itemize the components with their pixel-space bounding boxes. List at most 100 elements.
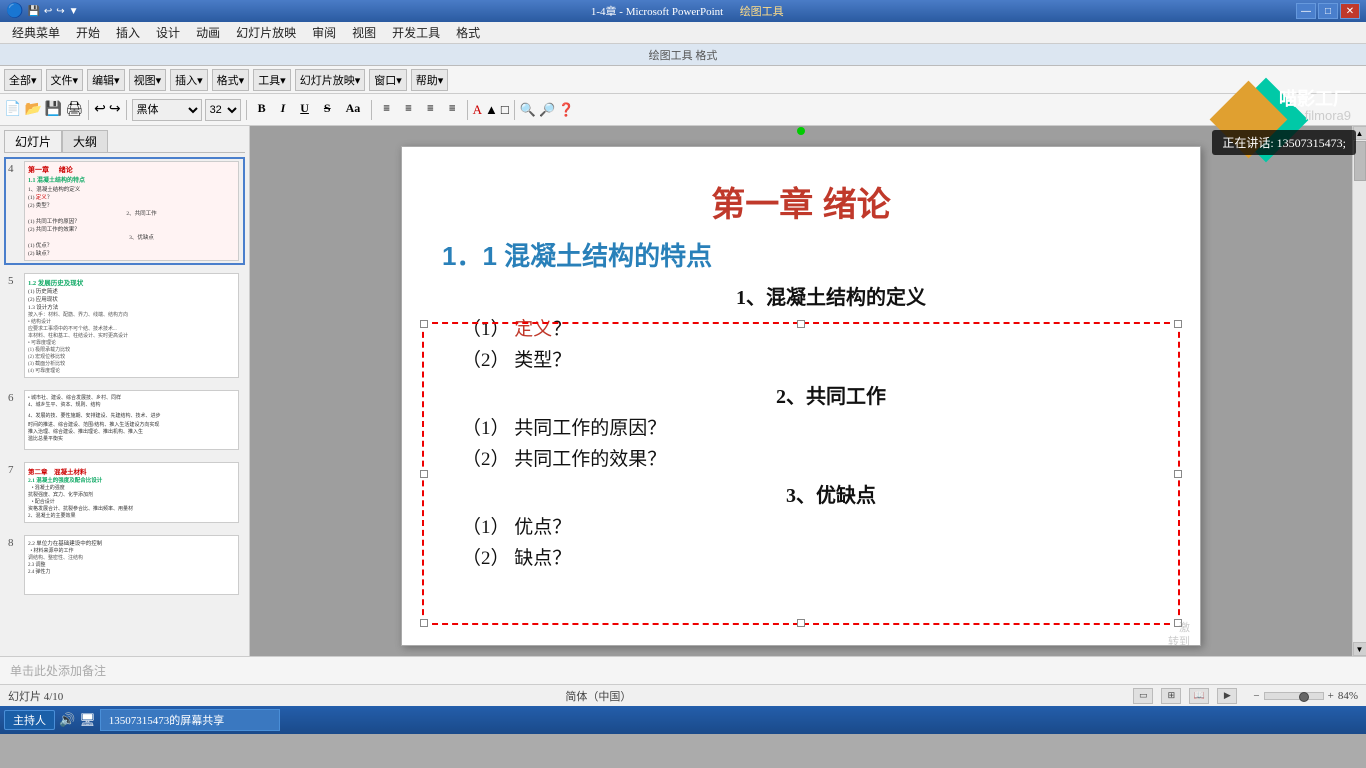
taskbar-icon-2[interactable]: 🖥 bbox=[79, 712, 96, 728]
section2-header: 2、共同工作 bbox=[502, 380, 1160, 409]
reading-view-btn[interactable]: 📖 bbox=[1189, 688, 1209, 704]
slide-thumb-5[interactable]: 5 1.2 发展历史及现状 (1) 历史简述 (2) 应用现状 1.3 设计方法… bbox=[4, 269, 245, 382]
slide-thumb-8[interactable]: 8 2.2 单位力在基础建设中的控制 • 材料来源中的工作 调结构、整密性、注结… bbox=[4, 531, 245, 599]
slides-tabs: 幻灯片 大纲 bbox=[4, 130, 245, 153]
bold-button[interactable]: B bbox=[252, 99, 272, 121]
toolbar-sep3 bbox=[246, 100, 247, 120]
handle-tl[interactable] bbox=[420, 320, 428, 328]
toolbar-undo-icon[interactable]: ↩ bbox=[94, 101, 106, 118]
menu-start[interactable]: 开始 bbox=[68, 22, 108, 43]
handle-bl[interactable] bbox=[420, 619, 428, 627]
toolbar-help[interactable]: 帮助▾ bbox=[411, 69, 449, 91]
toolbar-highlight-icon[interactable]: ▲ bbox=[485, 102, 498, 118]
zoom-in-icon[interactable]: + bbox=[1328, 690, 1334, 702]
toolbar-new-icon[interactable]: 📄 bbox=[4, 101, 21, 118]
outline-tab[interactable]: 大纲 bbox=[62, 130, 108, 152]
zoom-slider[interactable] bbox=[1264, 692, 1324, 700]
zoom-out-icon[interactable]: − bbox=[1253, 690, 1259, 702]
scroll-down-arrow[interactable]: ▼ bbox=[1353, 642, 1366, 656]
section3-header: 3、优缺点 bbox=[502, 479, 1160, 508]
handle-tr[interactable] bbox=[1174, 320, 1182, 328]
statusbar-right: ▭ ⊞ 📖 ▶ − + 84% bbox=[1133, 688, 1358, 704]
italic-button[interactable]: I bbox=[275, 99, 292, 121]
slide-thumb-4[interactable]: 4 第一章 绪论 1.1 混凝土结构的特点 1、混凝土结构的定义 (1) 定义？… bbox=[4, 157, 245, 265]
slide-item-3-2: （2） 缺点？ bbox=[462, 543, 1160, 570]
menu-developer[interactable]: 开发工具 bbox=[384, 22, 448, 43]
align-right-button[interactable]: ≡ bbox=[421, 99, 440, 121]
font-size-select[interactable]: 32 bbox=[205, 99, 241, 121]
toolbar-edit[interactable]: 编辑▾ bbox=[87, 69, 125, 91]
toolbar-slideshow2[interactable]: 幻灯片放映▾ bbox=[295, 69, 366, 91]
slide-item-2-2: （2） 共同工作的效果？ bbox=[462, 444, 1160, 471]
handle-bc[interactable] bbox=[797, 619, 805, 627]
toolbar-view[interactable]: 视图▾ bbox=[129, 69, 167, 91]
main-content: 幻灯片 大纲 4 第一章 绪论 1.1 混凝土结构的特点 1、混凝土结构的定义 … bbox=[0, 126, 1366, 656]
right-scrollbar: ▲ ▼ bbox=[1352, 126, 1366, 656]
toolbar-tools[interactable]: 工具▾ bbox=[253, 69, 291, 91]
toolbar-insert2[interactable]: 插入▾ bbox=[170, 69, 208, 91]
item-1-1-suffix: ？ bbox=[552, 319, 571, 340]
toolbar-redo-icon[interactable]: ↪ bbox=[109, 101, 121, 118]
handle-ml[interactable] bbox=[420, 470, 428, 478]
menu-insert[interactable]: 插入 bbox=[108, 22, 148, 43]
titlebar-title: 1-4章 - Microsoft PowerPoint 绘图工具 bbox=[79, 3, 1296, 19]
menu-classic[interactable]: 经典菜单 bbox=[4, 22, 68, 43]
underline-button[interactable]: U bbox=[294, 99, 315, 121]
zoom-thumb[interactable] bbox=[1299, 692, 1309, 702]
quick-access-undo[interactable]: ↩ bbox=[44, 6, 52, 17]
start-button[interactable]: 主持人 bbox=[4, 710, 55, 730]
slide-sorter-btn[interactable]: ⊞ bbox=[1161, 688, 1181, 704]
toolbar-window[interactable]: 窗口▾ bbox=[369, 69, 407, 91]
menu-view[interactable]: 视图 bbox=[344, 22, 384, 43]
font-family-select[interactable]: 黑体 bbox=[132, 99, 202, 121]
aa-button[interactable]: Aa bbox=[340, 99, 367, 121]
handle-mr[interactable] bbox=[1174, 470, 1182, 478]
toolbar-help-icon[interactable]: ❓ bbox=[558, 102, 574, 118]
toolbar-shape-icon[interactable]: □ bbox=[501, 102, 509, 118]
toolbar-color-icon[interactable]: A bbox=[473, 102, 482, 118]
taskbar: 主持人 🔊 🖥 13507315473的屏幕共享 bbox=[0, 706, 1366, 734]
toolbar-format[interactable]: 格式▾ bbox=[212, 69, 250, 91]
menu-format[interactable]: 格式 bbox=[448, 22, 488, 43]
slideshow-btn[interactable]: ▶ bbox=[1217, 688, 1237, 704]
notes-placeholder: 单击此处添加备注 bbox=[10, 662, 106, 679]
rotation-handle[interactable] bbox=[797, 127, 805, 135]
strikethrough-button[interactable]: S bbox=[318, 99, 337, 121]
close-button[interactable]: ✕ bbox=[1340, 3, 1360, 19]
justify-button[interactable]: ≡ bbox=[443, 99, 462, 121]
slide-watermark2: 转到 bbox=[1168, 633, 1190, 649]
toolbar-zoom-icon[interactable]: 🔎 bbox=[539, 102, 555, 118]
menu-animation[interactable]: 动画 bbox=[188, 22, 228, 43]
menu-slideshow[interactable]: 幻灯片放映 bbox=[228, 22, 304, 43]
menu-design[interactable]: 设计 bbox=[148, 22, 188, 43]
notes-area[interactable]: 单击此处添加备注 bbox=[0, 656, 1366, 684]
slides-tab[interactable]: 幻灯片 bbox=[4, 130, 62, 152]
taskbar-icon-1[interactable]: 🔊 bbox=[59, 712, 75, 728]
slide-item-1-2: （2） 类型？ bbox=[462, 345, 1160, 372]
classic-toolbar: 全部▾ 文件▾ 编辑▾ 视图▾ 插入▾ 格式▾ 工具▾ 幻灯片放映▾ 窗口▾ 帮… bbox=[0, 66, 1366, 94]
toolbar-file[interactable]: 文件▾ bbox=[46, 69, 84, 91]
toolbar-print-icon[interactable]: 🖨 bbox=[65, 101, 83, 118]
maximize-button[interactable]: □ bbox=[1318, 3, 1338, 19]
toolbar-all[interactable]: 全部▾ bbox=[4, 69, 42, 91]
slide-area: 第一章 绪论 1．1 混凝土结构的特点 1、混凝土结构的定义 （1） 定义？ （… bbox=[250, 126, 1352, 656]
minimize-button[interactable]: — bbox=[1296, 3, 1316, 19]
align-left-button[interactable]: ≡ bbox=[377, 99, 396, 121]
toolbar-open-icon[interactable]: 📂 bbox=[24, 101, 41, 118]
quick-access-more[interactable]: ▼ bbox=[69, 6, 79, 17]
titlebar-controls: — □ ✕ bbox=[1296, 3, 1360, 19]
toolbar-save-icon[interactable]: 💾 bbox=[45, 101, 62, 118]
toolbar-search-icon[interactable]: 🔍 bbox=[520, 102, 536, 118]
slide-title: 第一章 绪论 bbox=[442, 177, 1160, 226]
titlebar-left: 🔵 💾 ↩ ↪ ▼ bbox=[6, 3, 79, 20]
slide-canvas: 第一章 绪论 1．1 混凝土结构的特点 1、混凝土结构的定义 （1） 定义？ （… bbox=[401, 146, 1201, 646]
normal-view-btn[interactable]: ▭ bbox=[1133, 688, 1153, 704]
quick-access-save[interactable]: 💾 bbox=[27, 6, 39, 17]
slide-thumb-6[interactable]: 6 • 城市社、建设、综合发展技、乡村、同样 4、城乡生平、资本、规则、结构 4… bbox=[4, 386, 245, 454]
taskbar-item-ppt[interactable]: 13507315473的屏幕共享 bbox=[100, 709, 280, 731]
slide-thumb-7[interactable]: 7 第二章 混凝土材料 2.1 混凝土的强度及配合比设计 • 混凝土的强度 抗裂… bbox=[4, 458, 245, 527]
align-center-button[interactable]: ≡ bbox=[399, 99, 418, 121]
item-1-1-label: （1） bbox=[462, 319, 514, 340]
quick-access-redo[interactable]: ↪ bbox=[56, 6, 64, 17]
menu-review[interactable]: 审阅 bbox=[304, 22, 344, 43]
